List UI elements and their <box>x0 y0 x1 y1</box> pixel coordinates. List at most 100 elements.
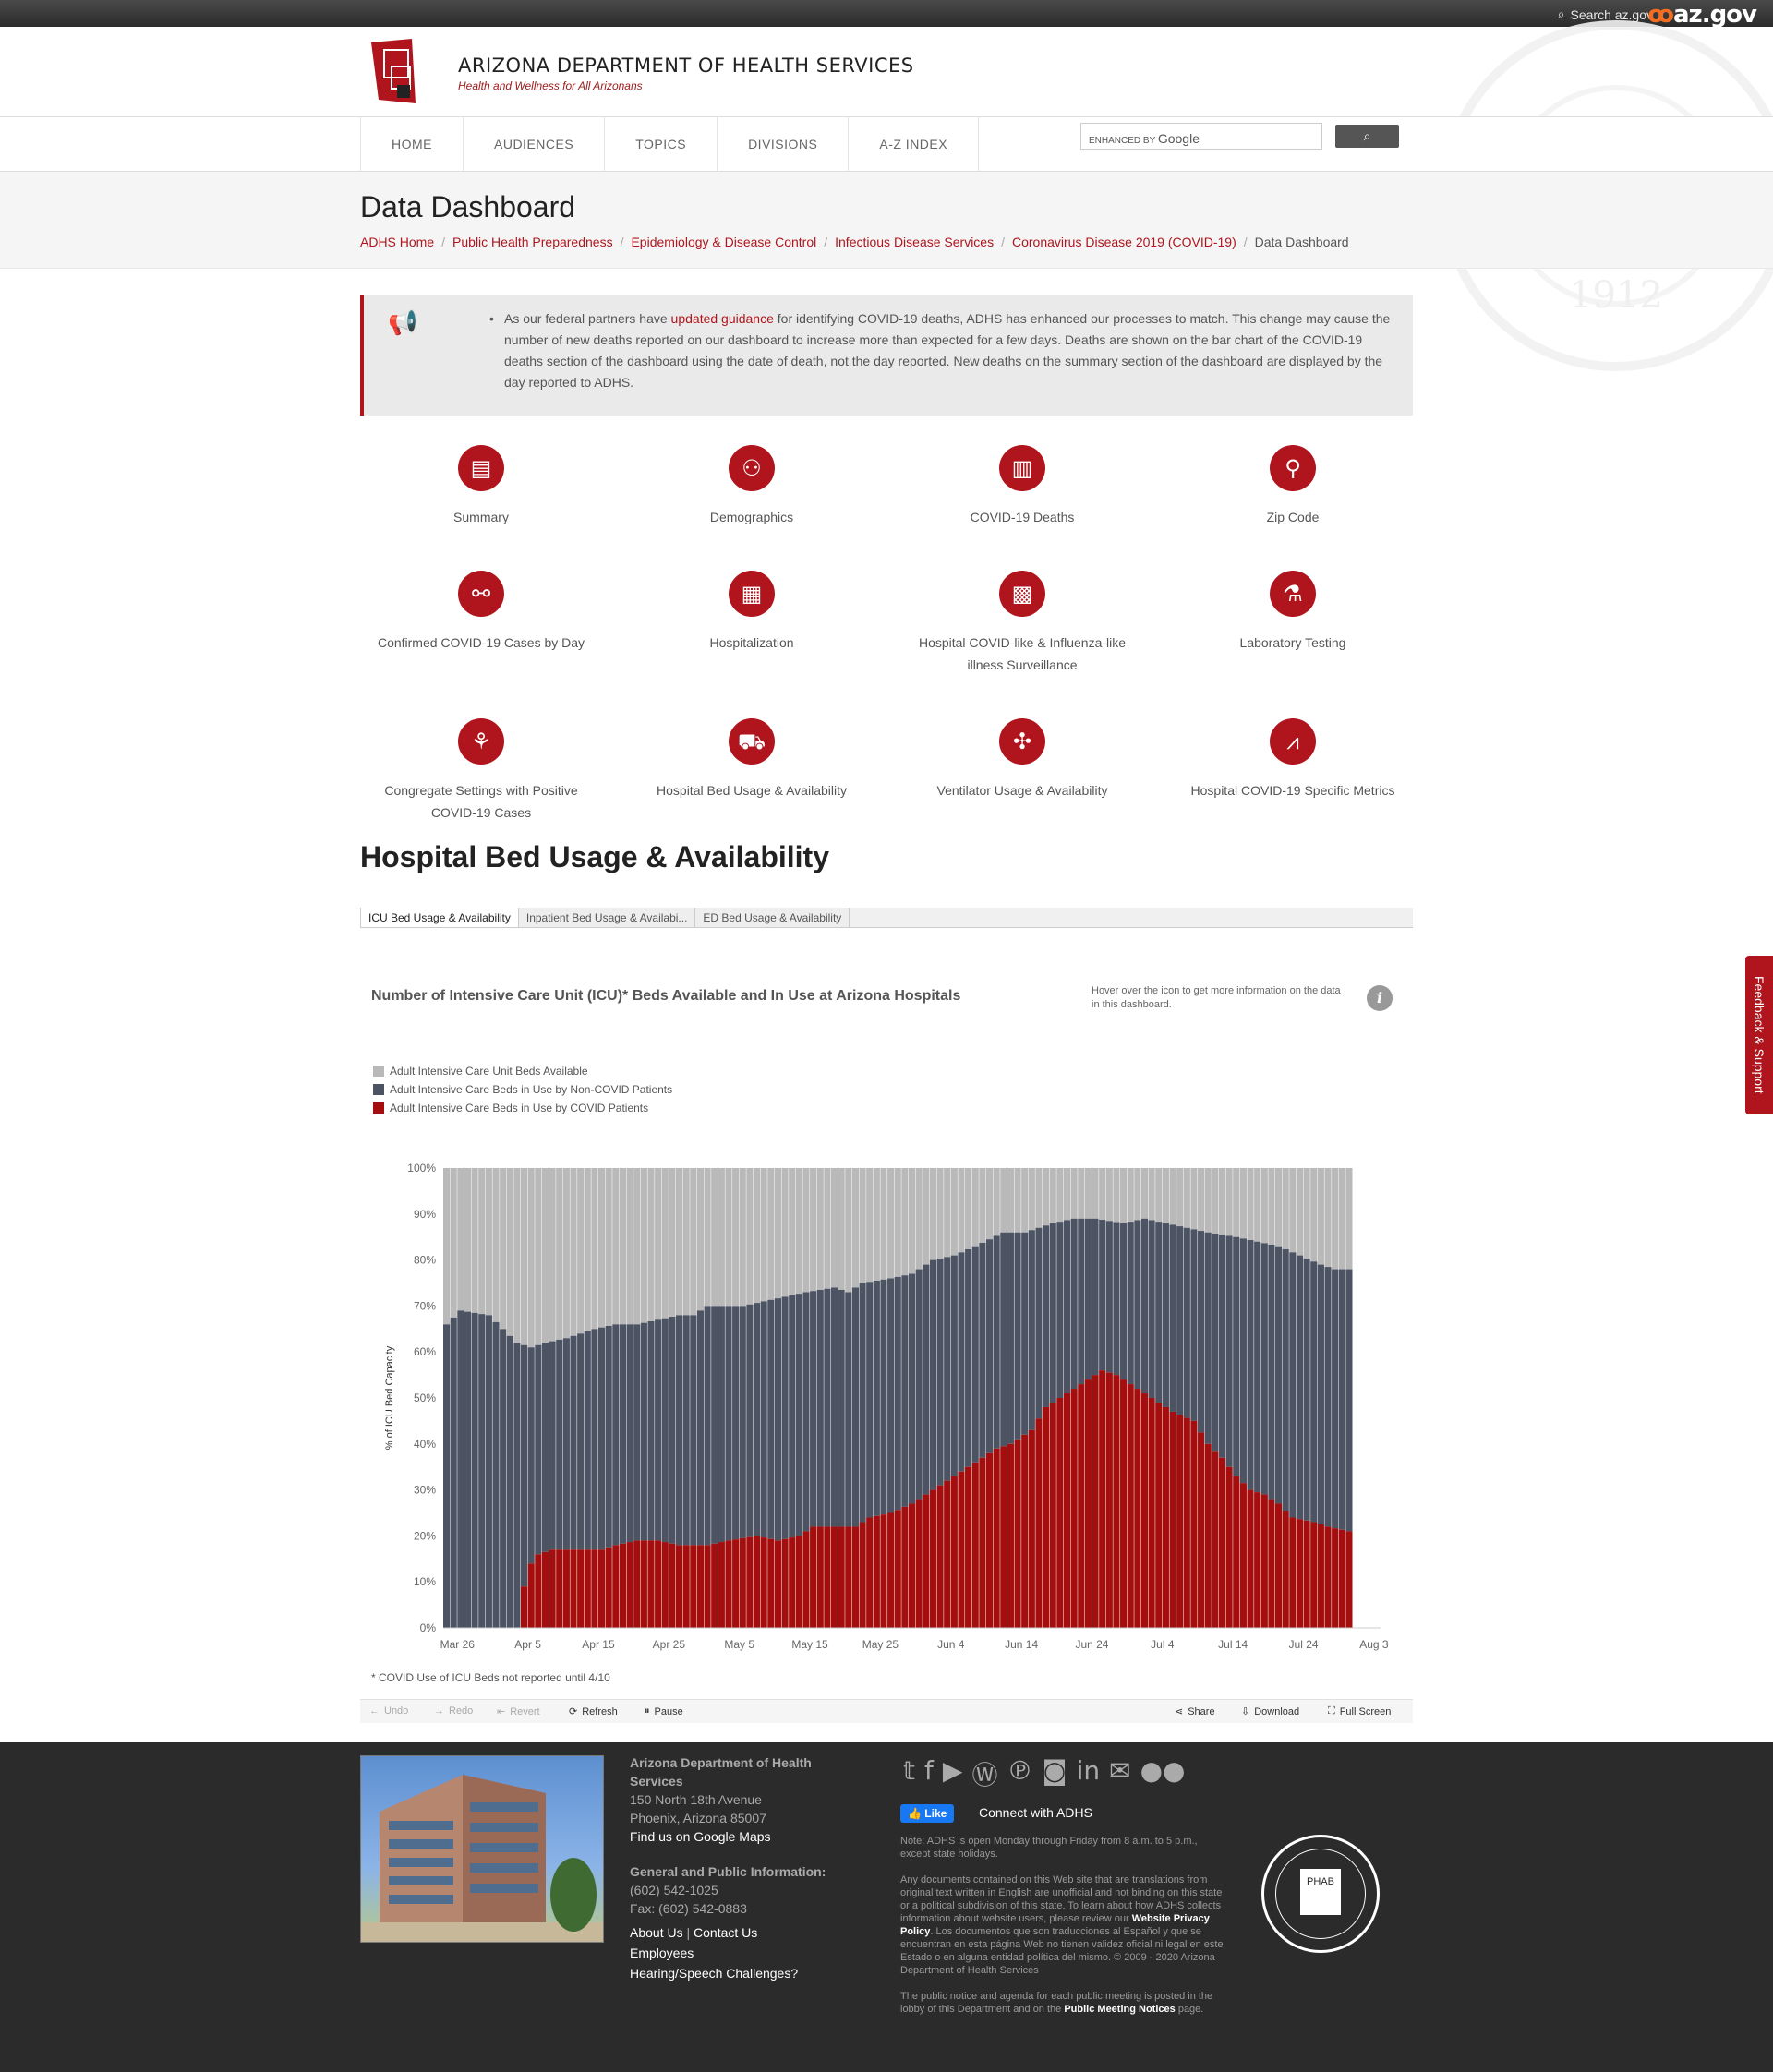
x-tick-label: Jul 24 <box>1289 1638 1319 1651</box>
bar-available <box>1113 1168 1120 1223</box>
tile-network[interactable]: ⚯ Confirmed COVID-19 Cases by Day <box>370 571 592 654</box>
breadcrumb-infectious-disease[interactable]: Infectious Disease Services <box>835 235 994 249</box>
wordpress-icon[interactable]: Ⓦ <box>971 1755 997 1792</box>
legend-item[interactable]: Adult Intensive Care Beds in Use by Non-… <box>373 1080 672 1099</box>
tile-people[interactable]: ⚇ Demographics <box>641 445 862 528</box>
agency-name: ARIZONA DEPARTMENT OF HEALTH SERVICES <box>458 54 914 77</box>
flickr-icon[interactable]: ●● <box>1140 1755 1186 1792</box>
pause-button[interactable]: ⏸ Pause <box>645 1705 683 1717</box>
tile-microscope[interactable]: ⚘ Congregate Settings with Positive COVID… <box>370 718 592 824</box>
contact-us-link[interactable]: Contact Us <box>694 1925 757 1940</box>
bar-noncovid <box>556 1339 563 1550</box>
tab-icu[interactable]: ICU Bed Usage & Availability <box>360 908 519 927</box>
x-tick-label: May 15 <box>791 1638 828 1651</box>
about-us-link[interactable]: About Us <box>630 1925 683 1940</box>
bar-available <box>647 1168 655 1321</box>
bar-noncovid <box>655 1319 662 1541</box>
feedback-support-tab[interactable]: Feedback & Support <box>1745 956 1773 1114</box>
linkedin-icon[interactable]: in <box>1077 1755 1101 1792</box>
tile-test-tubes[interactable]: ⚗ Laboratory Testing <box>1182 571 1404 654</box>
redo-button[interactable]: → Redo <box>434 1705 473 1717</box>
info-icon[interactable]: i <box>1367 985 1393 1011</box>
google-maps-link[interactable]: Find us on Google Maps <box>630 1827 842 1846</box>
x-tick-label: Apr 5 <box>514 1638 541 1651</box>
bar-covid <box>739 1537 746 1628</box>
bar-covid <box>1169 1411 1176 1628</box>
bar-noncovid <box>661 1318 669 1543</box>
network-icon: ⚯ <box>458 571 504 617</box>
nav-az-index[interactable]: A-Z INDEX <box>848 117 980 171</box>
breadcrumb-epidemiology[interactable]: Epidemiology & Disease Control <box>631 235 816 249</box>
agency-tagline: Health and Wellness for All Arizonans <box>458 79 643 92</box>
azgov-logo[interactable]: ꝏaz.gov <box>1647 1 1757 29</box>
bar-noncovid <box>1260 1243 1268 1495</box>
tile-book[interactable]: ▤ Summary <box>370 445 592 528</box>
bar-covid <box>1275 1503 1283 1628</box>
revert-button[interactable]: ⇤ Revert <box>497 1705 540 1718</box>
fullscreen-button[interactable]: ⛶ Full Screen <box>1328 1705 1391 1717</box>
tile-hospital-beds[interactable]: ▦ Hospitalization <box>641 571 862 654</box>
bar-available <box>1099 1168 1106 1221</box>
bar-covid <box>1247 1489 1254 1628</box>
pinterest-icon[interactable]: ℗ <box>1007 1755 1032 1792</box>
nav-audiences[interactable]: AUDIENCES <box>463 117 604 171</box>
adhs-logo[interactable] <box>371 39 417 103</box>
youtube-icon[interactable]: ▶ <box>943 1755 963 1792</box>
bar-covid <box>535 1554 542 1628</box>
public-meeting-notices-link[interactable]: Public Meeting Notices <box>1064 2004 1175 2015</box>
bar-covid <box>690 1545 697 1628</box>
breadcrumb-adhs-home[interactable]: ADHS Home <box>360 235 434 249</box>
download-button[interactable]: ⇩ Download <box>1241 1705 1299 1718</box>
undo-button[interactable]: ← Undo <box>369 1705 408 1717</box>
bar-noncovid <box>1028 1230 1035 1430</box>
instagram-icon[interactable]: ◙ <box>1042 1755 1067 1792</box>
legend-item[interactable]: Adult Intensive Care Beds in Use by COVI… <box>373 1099 672 1117</box>
updated-guidance-link[interactable]: updated guidance <box>671 311 774 326</box>
tab-inpatient[interactable]: Inpatient Bed Usage & Availabi... <box>518 908 696 927</box>
bar-noncovid <box>577 1333 585 1550</box>
google-search-input[interactable]: ENHANCED BY Google <box>1080 123 1322 150</box>
nav-divisions[interactable]: DIVISIONS <box>717 117 848 171</box>
y-tick-label: 0% <box>420 1621 437 1634</box>
bar-available <box>626 1168 633 1325</box>
twitter-icon[interactable]: 𝕥 <box>903 1755 915 1792</box>
share-button[interactable]: ⋖ Share <box>1175 1705 1215 1718</box>
hearing-speech-link[interactable]: Hearing/Speech Challenges? <box>630 1964 842 1982</box>
bar-available <box>541 1168 549 1343</box>
icu-stacked-bar-chart[interactable]: 100% 90% 80% 70% 60% 50% 40% 30% 20% 10% 0%Mar 26 A… <box>360 1146 1413 1677</box>
refresh-button[interactable]: ⟳ Refresh <box>569 1705 618 1718</box>
tile-lungs[interactable]: ✣ Ventilator Usage & Availability <box>911 718 1133 801</box>
bar-covid <box>1014 1439 1021 1628</box>
tab-ed[interactable]: ED Bed Usage & Availability <box>695 908 850 927</box>
facebook-like-button[interactable]: 👍 Like <box>900 1804 955 1823</box>
nav-home[interactable]: HOME <box>360 117 463 171</box>
legend-label: Adult Intensive Care Beds in Use by Non-… <box>390 1083 673 1096</box>
bar-covid <box>838 1526 845 1628</box>
legend-item[interactable]: Adult Intensive Care Unit Beds Available <box>373 1062 672 1080</box>
tile-hospital-bed[interactable]: ⛟ Hospital Bed Usage & Availability <box>641 718 862 801</box>
bar-covid <box>1092 1375 1099 1628</box>
tile-person-pin[interactable]: ⚲ Zip Code <box>1182 445 1404 528</box>
breadcrumb-public-health-preparedness[interactable]: Public Health Preparedness <box>452 235 613 249</box>
nav-topics[interactable]: TOPICS <box>604 117 717 171</box>
bar-noncovid <box>1084 1218 1092 1380</box>
breadcrumb-covid-19[interactable]: Coronavirus Disease 2019 (COVID-19) <box>1012 235 1236 249</box>
bar-available <box>1056 1168 1064 1223</box>
bar-noncovid <box>1049 1223 1056 1403</box>
bar-noncovid <box>1338 1269 1345 1530</box>
search-button[interactable]: ⌕ <box>1335 125 1399 148</box>
bar-covid <box>661 1542 669 1628</box>
bar-available <box>1345 1168 1353 1270</box>
tile-hospital[interactable]: ▩ Hospital COVID-like & Influenza-like il… <box>911 571 1133 676</box>
bar-noncovid <box>562 1338 570 1550</box>
bar-available <box>549 1168 556 1342</box>
employees-link[interactable]: Employees <box>630 1944 842 1962</box>
top-bar: ⌕ Search az.gov ꝏaz.gov <box>0 0 1773 29</box>
facebook-icon[interactable]: f <box>924 1755 934 1792</box>
tile-trend-chart[interactable]: ⩘ Hospital COVID-19 Specific Metrics <box>1182 718 1404 801</box>
tile-bar-chart[interactable]: ▥ COVID-19 Deaths <box>911 445 1133 528</box>
email-icon[interactable]: ✉ <box>1109 1755 1130 1792</box>
y-tick-label: 30% <box>414 1484 436 1497</box>
bar-covid <box>1332 1528 1339 1628</box>
bar-available <box>1198 1168 1205 1232</box>
